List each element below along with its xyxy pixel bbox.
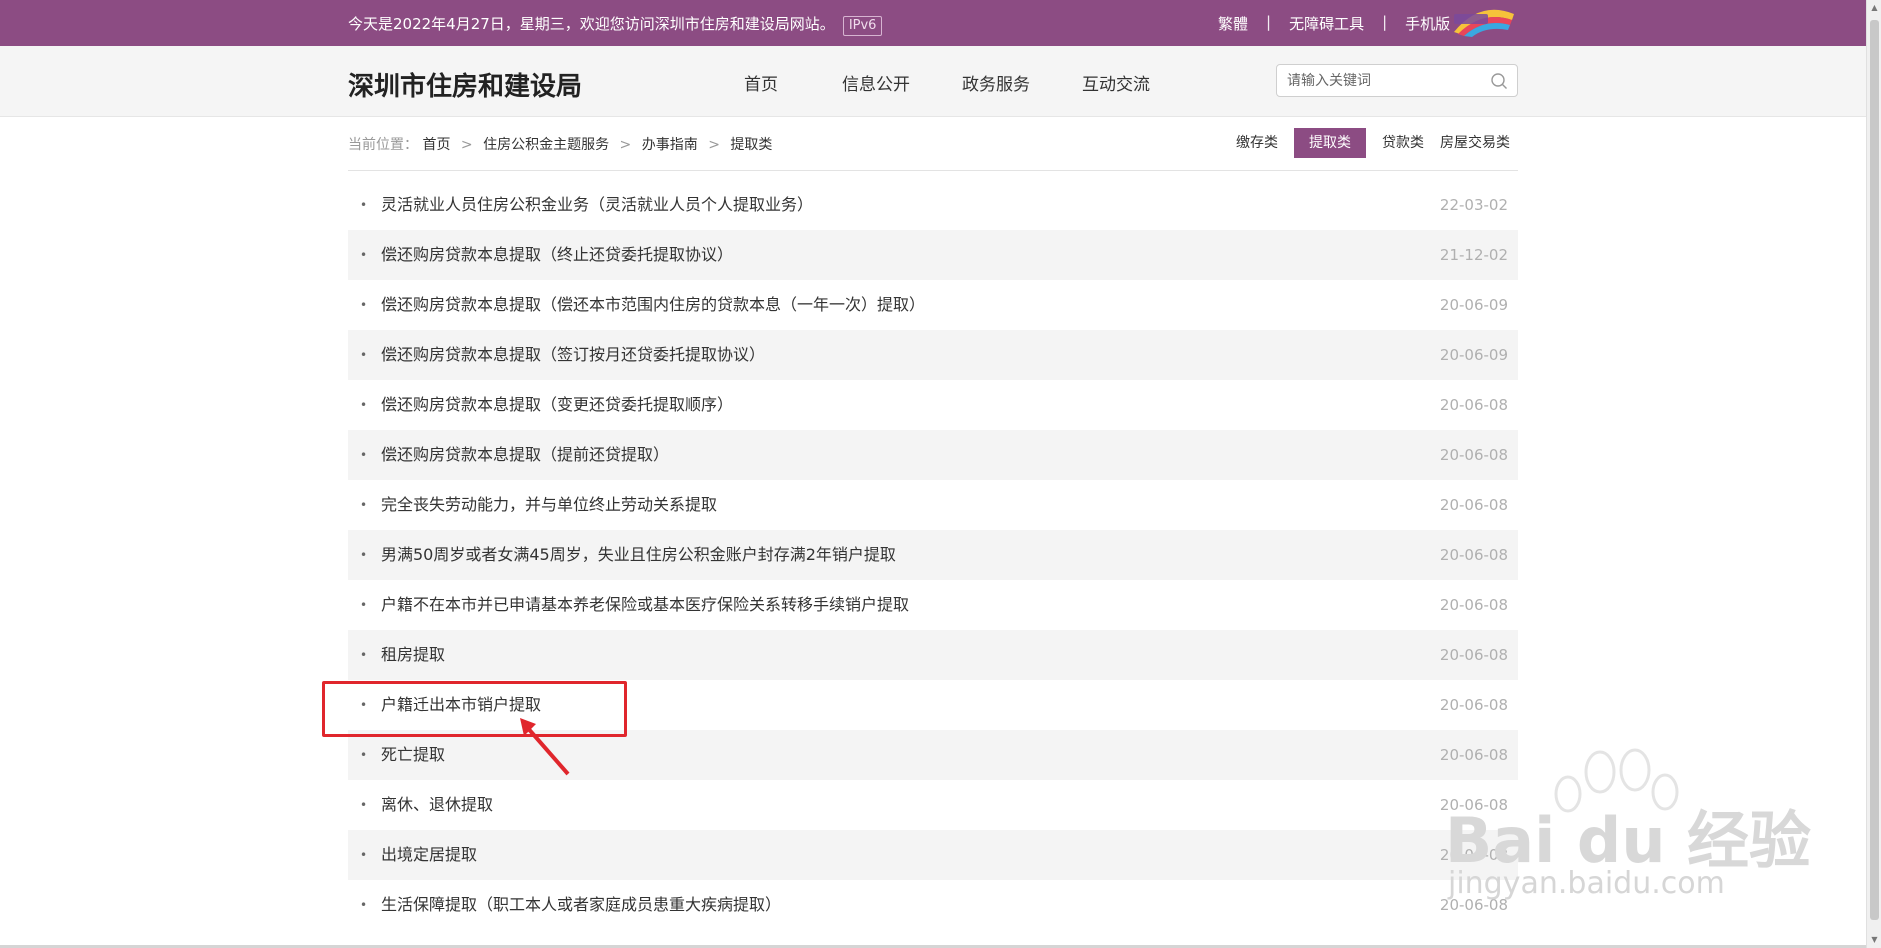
breadcrumb-home[interactable]: 首页	[422, 137, 450, 153]
list-item-date: 20-06-09	[1439, 346, 1508, 364]
list-item[interactable]: • 离休、退休提取 20-06-08	[348, 780, 1518, 830]
bullet-icon: •	[360, 198, 368, 212]
top-bar: 今天是2022年4月27日，星期三，欢迎您访问深圳市住房和建设局网站。 IPv6 …	[0, 0, 1866, 46]
bullet-icon: •	[360, 548, 368, 562]
list-item-date: 20-06-08	[1439, 696, 1508, 714]
nav-home[interactable]: 首页	[744, 70, 816, 95]
list-item-title[interactable]: 偿还购房贷款本息提取（签订按月还贷委托提取协议）	[381, 330, 765, 380]
list-item-date: 21-12-02	[1439, 246, 1508, 264]
tab-loan[interactable]: 贷款类	[1374, 128, 1432, 158]
list-item-title[interactable]: 灵活就业人员住房公积金业务（灵活就业人员个人提取业务）	[381, 180, 813, 230]
list-item-title[interactable]: 偿还购房贷款本息提取（偿还本市范围内住房的贷款本息（一年一次）提取）	[381, 280, 925, 330]
annotation-arrow-icon	[520, 718, 570, 776]
list-item[interactable]: • 户籍不在本市并已申请基本养老保险或基本医疗保险关系转移手续销户提取 20-06-…	[348, 580, 1518, 630]
bullet-icon: •	[360, 248, 368, 262]
list-item-title[interactable]: 男满50周岁或者女满45周岁，失业且住房公积金账户封存满2年销户提取	[381, 530, 896, 580]
list-item[interactable]: • 生活保障提取（职工本人或者家庭成员患重大疾病提取） 20-06-08	[348, 880, 1518, 930]
list-item[interactable]: • 灵活就业人员住房公积金业务（灵活就业人员个人提取业务） 22-03-02	[348, 180, 1518, 230]
search-box	[1276, 64, 1518, 97]
bullet-icon: •	[360, 648, 368, 662]
list-item-title[interactable]: 偿还购房贷款本息提取（提前还贷提取）	[381, 430, 669, 480]
breadcrumb-arrow: >	[708, 137, 720, 153]
main-nav: 首页 信息公开 政务服务 互动交流	[744, 70, 1176, 95]
mobile-link[interactable]: 手机版	[1405, 13, 1450, 34]
list-item-title[interactable]: 生活保障提取（职工本人或者家庭成员患重大疾病提取）	[381, 880, 781, 930]
list-item-title[interactable]: 偿还购房贷款本息提取（终止还贷委托提取协议）	[381, 230, 733, 280]
rainbow-logo-icon[interactable]	[1450, 6, 1518, 38]
welcome-text: 今天是2022年4月27日，星期三，欢迎您访问深圳市住房和建设局网站。 IPv6	[348, 13, 883, 36]
tab-withdraw[interactable]: 提取类	[1294, 128, 1366, 158]
scrollbar-thumb[interactable]	[1870, 20, 1879, 920]
top-links: 繁體 | 无障碍工具 | 手机版	[1218, 13, 1450, 34]
tab-housing-trade[interactable]: 房屋交易类	[1432, 128, 1518, 158]
ipv6-badge: IPv6	[842, 16, 883, 36]
accessibility-link[interactable]: 无障碍工具	[1289, 13, 1364, 34]
site-header: 深圳市住房和建设局 首页 信息公开 政务服务 互动交流	[0, 46, 1866, 117]
list-item-date: 20-06-08	[1439, 596, 1508, 614]
list-item[interactable]: • 偿还购房贷款本息提取（偿还本市范围内住房的贷款本息（一年一次）提取） 20-06…	[348, 280, 1518, 330]
search-icon[interactable]	[1490, 72, 1508, 90]
nav-gov-services[interactable]: 政务服务	[936, 70, 1056, 95]
list-item-title[interactable]: 离休、退休提取	[381, 780, 493, 830]
breadcrumb-guide[interactable]: 办事指南	[642, 137, 698, 153]
highlight-box	[322, 681, 627, 737]
list-item[interactable]: • 租房提取 20-06-08	[348, 630, 1518, 680]
list-item-date: 20-06-08	[1439, 646, 1508, 664]
vertical-scrollbar[interactable]: ▲ ▼	[1866, 0, 1881, 948]
list-item-title[interactable]: 出境定居提取	[381, 830, 477, 880]
breadcrumb-label: 当前位置：	[348, 137, 418, 153]
list-item[interactable]: • 出境定居提取 20-06-08	[348, 830, 1518, 880]
list-item[interactable]: • 男满50周岁或者女满45周岁，失业且住房公积金账户封存满2年销户提取 20-06…	[348, 530, 1518, 580]
divider	[348, 170, 1518, 171]
list-item[interactable]: • 完全丧失劳动能力，并与单位终止劳动关系提取 20-06-08	[348, 480, 1518, 530]
traditional-chinese-link[interactable]: 繁體	[1218, 13, 1248, 34]
list-item[interactable]: • 偿还购房贷款本息提取（提前还贷提取） 20-06-08	[348, 430, 1518, 480]
guide-list: • 灵活就业人员住房公积金业务（灵活就业人员个人提取业务） 22-03-02 • 偿还…	[348, 180, 1518, 930]
separator: |	[1382, 13, 1388, 31]
welcome-message: 今天是2022年4月27日，星期三，欢迎您访问深圳市住房和建设局网站。	[348, 15, 835, 33]
list-item-date: 22-03-02	[1439, 196, 1508, 214]
breadcrumb: 当前位置： 首页 > 住房公积金主题服务 > 办事指南 > 提取类	[348, 134, 772, 154]
list-item-date: 20-06-08	[1439, 396, 1508, 414]
list-item[interactable]: • 偿还购房贷款本息提取（变更还贷委托提取顺序） 20-06-08	[348, 380, 1518, 430]
category-tabs: 缴存类 提取类 贷款类 房屋交易类	[1228, 128, 1518, 158]
bullet-icon: •	[360, 898, 368, 912]
bullet-icon: •	[360, 348, 368, 362]
list-item-title[interactable]: 偿还购房贷款本息提取（变更还贷委托提取顺序）	[381, 380, 733, 430]
bullet-icon: •	[360, 398, 368, 412]
list-item-title[interactable]: 户籍不在本市并已申请基本养老保险或基本医疗保险关系转移手续销户提取	[381, 580, 909, 630]
bullet-icon: •	[360, 298, 368, 312]
bullet-icon: •	[360, 748, 368, 762]
nav-interaction[interactable]: 互动交流	[1056, 70, 1176, 95]
list-item-title[interactable]: 死亡提取	[381, 730, 445, 780]
list-item-date: 20-06-08	[1439, 446, 1508, 464]
nav-info-public[interactable]: 信息公开	[816, 70, 936, 95]
tab-deposit[interactable]: 缴存类	[1228, 128, 1286, 158]
separator: |	[1266, 13, 1272, 31]
bullet-icon: •	[360, 448, 368, 462]
list-item-date: 20-06-08	[1439, 496, 1508, 514]
list-item-title[interactable]: 完全丧失劳动能力，并与单位终止劳动关系提取	[381, 480, 717, 530]
bullet-icon: •	[360, 498, 368, 512]
scroll-up-icon[interactable]: ▲	[1867, 0, 1881, 16]
list-item-date: 20-06-08	[1439, 546, 1508, 564]
breadcrumb-arrow: >	[619, 137, 632, 153]
list-item-title[interactable]: 租房提取	[381, 630, 445, 680]
site-title[interactable]: 深圳市住房和建设局	[348, 66, 582, 103]
list-item-date: 20-06-09	[1439, 296, 1508, 314]
bullet-icon: •	[360, 848, 368, 862]
breadcrumb-withdraw[interactable]: 提取类	[730, 137, 772, 153]
breadcrumb-housing-fund[interactable]: 住房公积金主题服务	[483, 137, 609, 153]
scroll-down-icon[interactable]: ▼	[1867, 932, 1881, 948]
bullet-icon: •	[360, 798, 368, 812]
list-item[interactable]: • 偿还购房贷款本息提取（签订按月还贷委托提取协议） 20-06-09	[348, 330, 1518, 380]
breadcrumb-arrow: >	[460, 137, 473, 153]
list-item[interactable]: • 偿还购房贷款本息提取（终止还贷委托提取协议） 21-12-02	[348, 230, 1518, 280]
search-input[interactable]	[1277, 65, 1477, 96]
watermark-url: jingyan.baidu.com	[1448, 866, 1725, 901]
bullet-icon: •	[360, 598, 368, 612]
